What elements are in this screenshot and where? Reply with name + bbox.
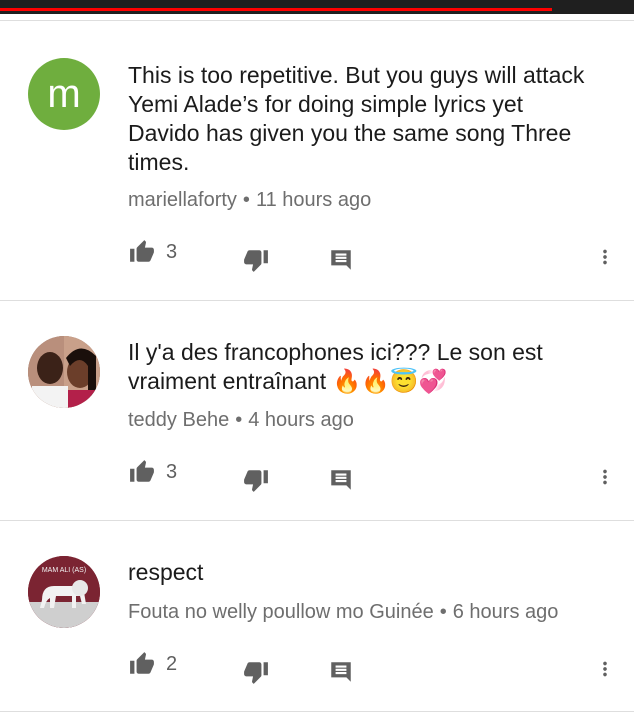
dislike-button[interactable] xyxy=(242,467,270,493)
comment-author[interactable]: teddy Behe xyxy=(128,409,229,431)
comment-time: 6 hours ago xyxy=(452,601,559,623)
comment-actions: 3 xyxy=(0,459,634,495)
avatar[interactable] xyxy=(28,336,100,408)
reply-icon xyxy=(331,470,351,490)
more-vert-icon xyxy=(603,661,607,677)
avatar-letter: m xyxy=(47,72,81,116)
comment-meta: Fouta no welly poullow mo Guinée • 6 hours… xyxy=(128,601,558,624)
comment-text: Il y'a des francophones ici??? Le son es… xyxy=(128,339,543,394)
avatar-lion-image: MAM ALI (AS) xyxy=(28,556,100,628)
avatar-photo-image xyxy=(28,336,100,408)
more-options-button[interactable] xyxy=(594,463,616,491)
comment-author[interactable]: Fouta no welly poullow mo Guinée xyxy=(128,601,434,623)
thumb-down-icon xyxy=(244,250,268,272)
comment-text: This is too repetitive. But you guys wil… xyxy=(128,62,585,175)
comment-actions: 3 xyxy=(0,239,634,275)
like-count: 2 xyxy=(166,652,178,675)
like-button[interactable]: 3 xyxy=(128,239,177,265)
like-button[interactable]: 3 xyxy=(128,459,177,485)
avatar[interactable]: MAM ALI (AS) xyxy=(28,556,100,628)
more-vert-icon xyxy=(603,469,607,485)
video-progress-bar[interactable] xyxy=(0,8,552,11)
thumb-up-icon xyxy=(130,460,154,482)
meta-separator: • xyxy=(235,409,243,431)
comment-item: MAM ALI (AS) respect Fouta no welly poul… xyxy=(0,521,634,711)
reply-button[interactable] xyxy=(328,467,354,493)
like-count: 3 xyxy=(166,240,178,263)
comment-time: 4 hours ago xyxy=(248,409,354,431)
thumb-down-icon xyxy=(244,470,268,492)
comment-meta: mariellaforty • 11 hours ago xyxy=(128,189,371,212)
avatar-caption: MAM ALI (AS) xyxy=(42,567,86,574)
more-options-button[interactable] xyxy=(594,243,616,271)
reply-icon xyxy=(331,662,351,682)
comment-actions: 2 xyxy=(0,651,634,687)
like-count: 3 xyxy=(166,460,178,483)
comment-text: respect xyxy=(128,559,204,585)
meta-separator: • xyxy=(439,601,447,623)
reply-button[interactable] xyxy=(328,659,354,685)
comment-author[interactable]: mariellaforty xyxy=(128,189,237,211)
thumb-up-icon xyxy=(130,240,154,262)
comment-item: Il y'a des francophones ici??? Le son es… xyxy=(0,301,634,520)
comment-time: 11 hours ago xyxy=(255,189,372,211)
divider xyxy=(0,711,634,712)
comment-meta: teddy Behe • 4 hours ago xyxy=(128,409,354,432)
thumb-down-icon xyxy=(244,662,268,684)
dislike-button[interactable] xyxy=(242,659,270,685)
reply-button[interactable] xyxy=(328,247,354,273)
comment-item: m This is too repetitive. But you guys w… xyxy=(0,21,634,300)
thumb-up-icon xyxy=(130,652,154,674)
like-button[interactable]: 2 xyxy=(128,651,177,677)
dislike-button[interactable] xyxy=(242,247,270,273)
video-player-bar xyxy=(0,0,634,14)
reply-icon xyxy=(331,250,351,270)
more-options-button[interactable] xyxy=(594,655,616,683)
avatar[interactable]: m xyxy=(28,58,100,130)
more-vert-icon xyxy=(603,249,607,265)
meta-separator: • xyxy=(242,189,250,211)
